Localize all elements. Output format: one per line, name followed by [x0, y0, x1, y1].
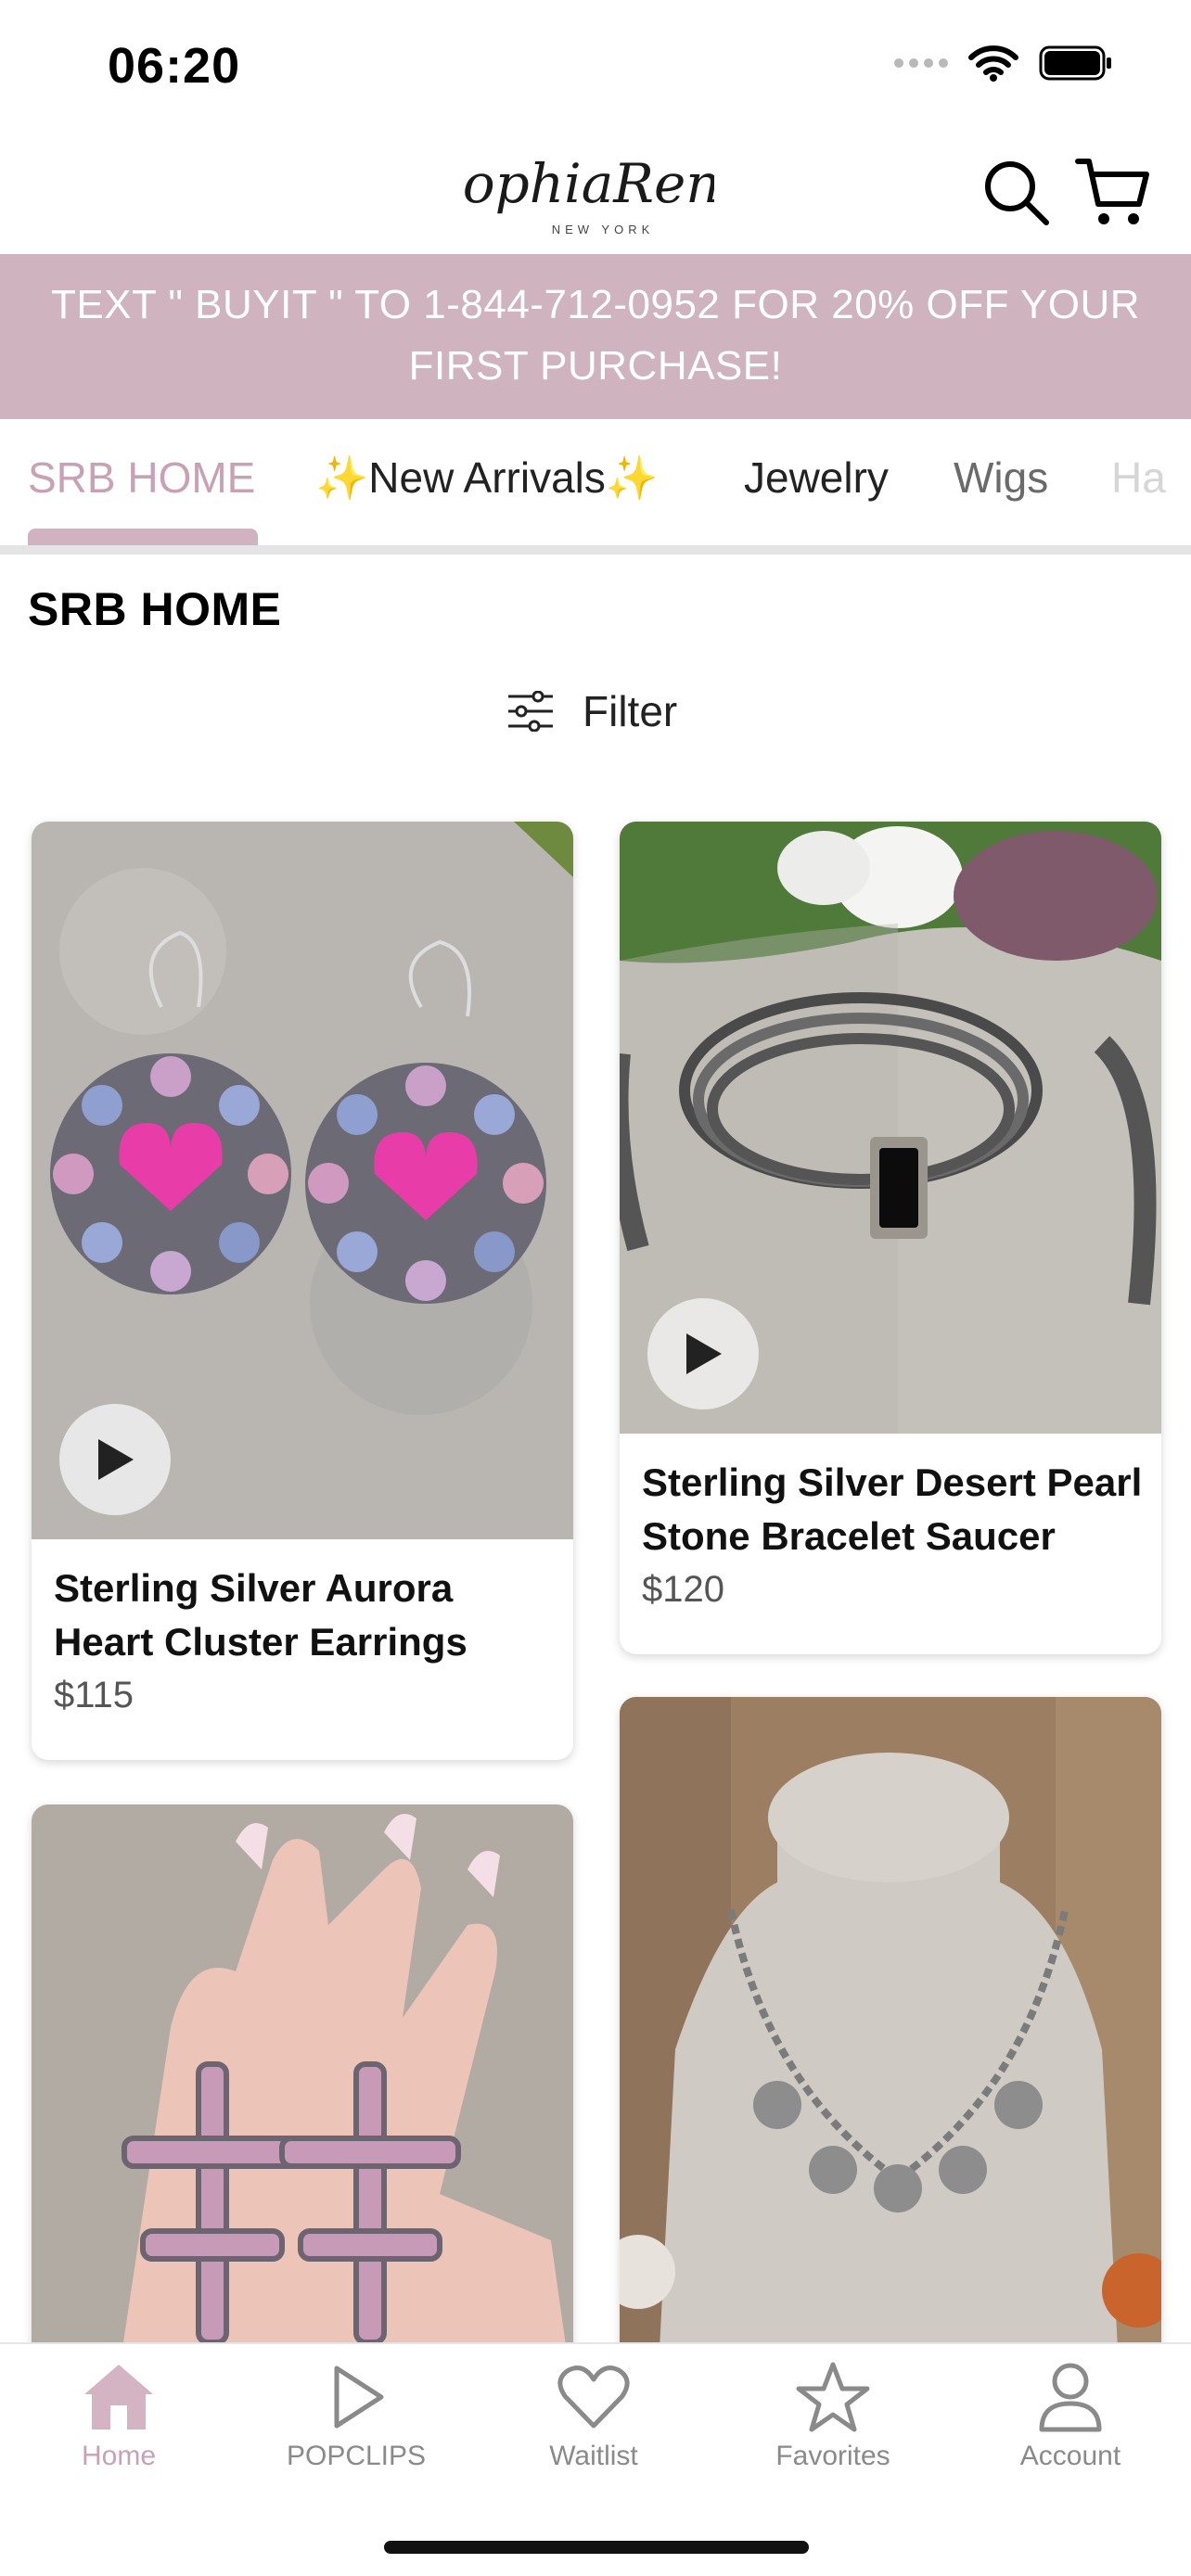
app-header: SophiaRené NEW YORK [0, 130, 1191, 254]
nav-favorites[interactable]: Favorites [731, 2361, 935, 2472]
promo-text: TEXT " BUYIT " TO 1-844-712-0952 FOR 20%… [50, 282, 1141, 389]
wifi-icon [968, 45, 1018, 82]
svg-text:SophiaRené: SophiaRené [464, 152, 714, 215]
promo-banner[interactable]: TEXT " BUYIT " TO 1-844-712-0952 FOR 20%… [0, 254, 1191, 419]
star-icon [796, 2362, 870, 2432]
status-icons [894, 45, 1113, 82]
signal-dots-icon [894, 58, 948, 68]
home-indicator[interactable] [384, 2541, 809, 2554]
nav-account[interactable]: Account [968, 2361, 1172, 2472]
play-video-button[interactable] [59, 1404, 171, 1515]
play-icon [98, 1439, 134, 1480]
product-title[interactable]: Sterling Silver Aurora Heart Cluster Ear… [54, 1562, 555, 1669]
product-image[interactable] [32, 1804, 573, 2398]
cart-icon[interactable] [1074, 152, 1152, 230]
brand-logo[interactable]: SophiaRené NEW YORK [464, 130, 714, 250]
product-price: $120 [642, 1569, 724, 1610]
product-card[interactable] [620, 1697, 1161, 2402]
section-title: SRB HOME [28, 583, 282, 635]
product-price: $115 [54, 1675, 134, 1715]
person-icon [1039, 2363, 1102, 2432]
category-tabs: SRB HOME ✨New Arrivals✨ Jewelry Wigs Ha [0, 419, 1191, 555]
product-card[interactable] [32, 1804, 573, 2398]
tab-new-arrivals[interactable]: ✨New Arrivals✨ [315, 453, 659, 504]
filter-label: Filter [583, 687, 678, 735]
heart-icon [557, 2366, 630, 2429]
product-card[interactable]: Sterling Silver Desert Pearl Stone Brace… [620, 822, 1161, 1654]
play-outline-icon [334, 2366, 384, 2429]
tab-jewelry[interactable]: Jewelry [744, 453, 889, 503]
nav-home[interactable]: Home [17, 2361, 221, 2472]
tab-wigs[interactable]: Wigs [954, 453, 1048, 503]
status-bar: 06:20 [0, 0, 1191, 130]
product-image[interactable] [32, 822, 573, 1539]
nav-waitlist[interactable]: Waitlist [492, 2361, 696, 2472]
active-tab-indicator [28, 529, 258, 545]
product-image[interactable] [620, 822, 1161, 1434]
status-time: 06:20 [108, 38, 241, 94]
search-icon[interactable] [981, 158, 1052, 228]
play-video-button[interactable] [647, 1298, 759, 1409]
product-image[interactable] [620, 1697, 1161, 2402]
product-card[interactable]: Sterling Silver Aurora Heart Cluster Ear… [32, 822, 573, 1760]
battery-icon [1039, 45, 1111, 81]
nav-popclips[interactable]: POPCLIPS [254, 2361, 458, 2472]
home-icon [84, 2365, 153, 2429]
svg-text:NEW YORK: NEW YORK [552, 223, 655, 236]
product-title[interactable]: Sterling Silver Desert Pearl Stone Brace… [642, 1456, 1143, 1563]
play-icon [686, 1333, 722, 1374]
tab-partial[interactable]: Ha [1111, 453, 1166, 503]
sliders-icon [508, 691, 553, 732]
filter-button[interactable]: Filter [506, 686, 677, 736]
tab-srb-home[interactable]: SRB HOME [28, 453, 255, 503]
